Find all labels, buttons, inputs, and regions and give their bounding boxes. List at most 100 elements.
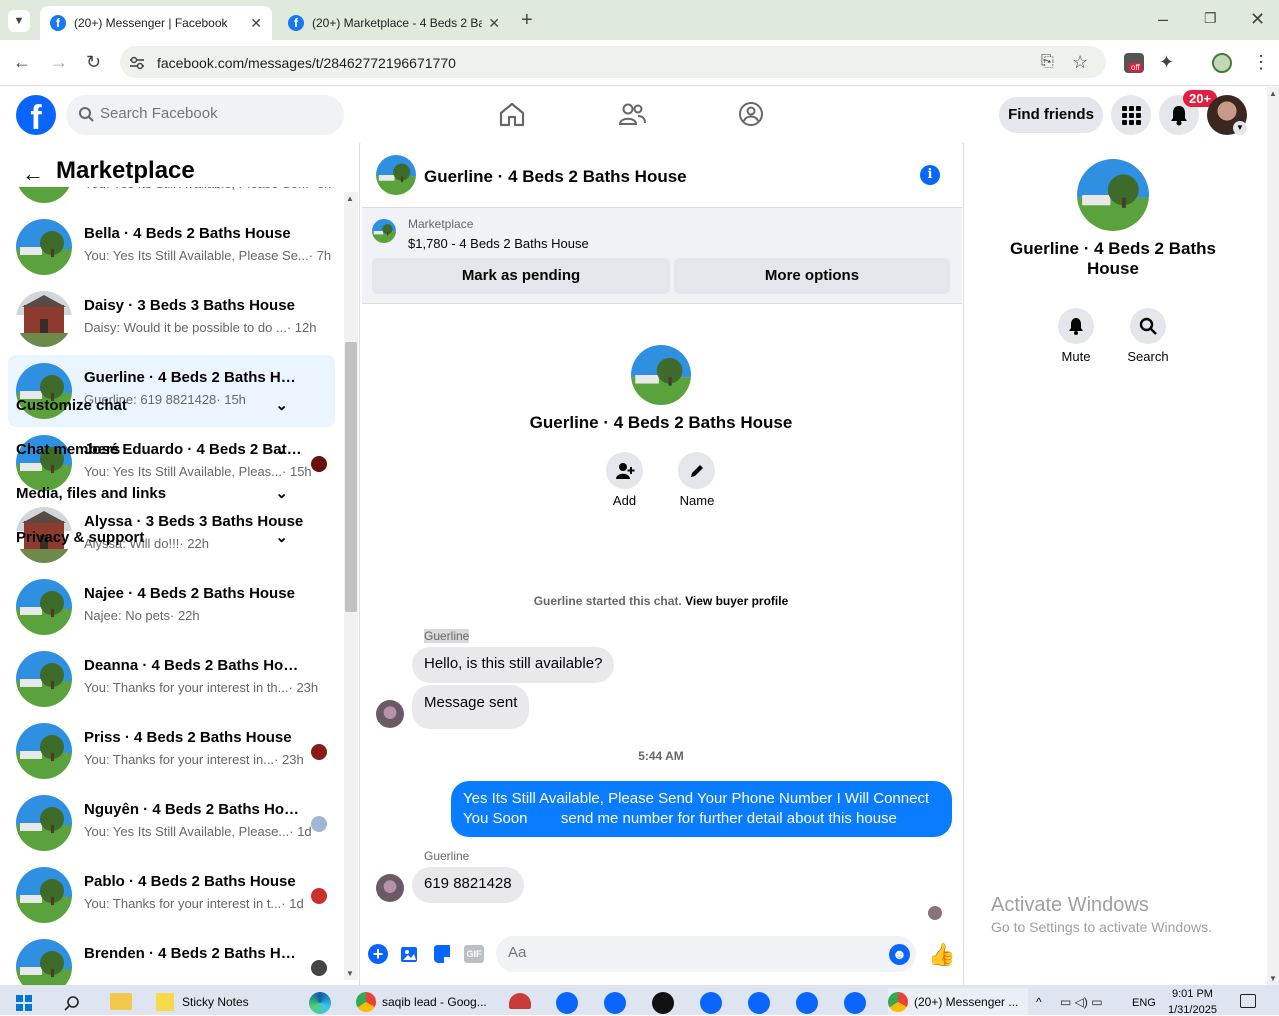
- conversation-item[interactable]: Daisy · 3 Beds 3 Baths House Daisy: Would…: [8, 283, 335, 355]
- sticky-notes-app[interactable]: Sticky Notes: [156, 988, 256, 1015]
- clock-date[interactable]: 1/31/2025: [1168, 1004, 1217, 1016]
- conversation-avatar: [16, 219, 72, 275]
- info-avatar[interactable]: [1077, 159, 1149, 231]
- extension-icon[interactable]: off: [1124, 53, 1144, 73]
- notification-center-icon[interactable]: [1240, 994, 1256, 1008]
- facebook-taskbar-icon[interactable]: [700, 992, 722, 1014]
- view-buyer-profile-link[interactable]: View buyer profile: [685, 594, 788, 608]
- tab-search-button[interactable]: ▼: [8, 10, 30, 32]
- facebook-taskbar-icon[interactable]: [844, 992, 866, 1014]
- menu-grid-button[interactable]: [1111, 95, 1151, 135]
- conversation-preview: You: Thanks for your interest in th...· …: [84, 680, 319, 695]
- list-scrollbar[interactable]: ▲ ▼: [344, 192, 358, 980]
- like-icon[interactable]: 👍: [928, 942, 955, 968]
- emoji-icon[interactable]: ☻: [889, 944, 910, 965]
- extensions-puzzle-icon[interactable]: ✦: [1159, 53, 1174, 71]
- more-actions-icon[interactable]: +: [368, 944, 388, 964]
- bell-icon: [1171, 106, 1187, 126]
- gif-icon[interactable]: GIF: [464, 945, 484, 963]
- conversation-item[interactable]: Pablo · 4 Beds 2 Baths House You: Thanks …: [8, 859, 335, 931]
- conversation-item[interactable]: Deanna · 4 Beds 2 Baths House You: Thanks…: [8, 643, 335, 715]
- search-input[interactable]: [100, 105, 330, 122]
- facebook-logo-icon[interactable]: f: [16, 95, 56, 135]
- file-explorer-icon[interactable]: [110, 993, 132, 1010]
- close-window-icon[interactable]: ✕: [1250, 10, 1265, 28]
- facebook-taskbar-icon[interactable]: [748, 992, 770, 1014]
- privacy-support-section[interactable]: Privacy & support ⌄: [16, 528, 288, 547]
- chat-members-section[interactable]: Chat members ⌄: [16, 440, 288, 459]
- customize-chat-section[interactable]: Customize chat ⌄: [16, 396, 288, 415]
- chrome-app-1[interactable]: saqib lead - Goog...: [356, 988, 496, 1015]
- browser-menu-icon[interactable]: ⋮: [1252, 53, 1270, 71]
- friends-icon[interactable]: [618, 101, 646, 127]
- edge-icon[interactable]: [309, 992, 331, 1014]
- restore-icon[interactable]: ❐: [1204, 11, 1217, 25]
- sender-avatar[interactable]: [376, 874, 404, 902]
- page-scrollbar[interactable]: ▲ ▼: [1267, 87, 1279, 985]
- more-options-button[interactable]: More options: [674, 258, 950, 294]
- conversation-item[interactable]: Brenden · 4 Beds 2 Baths Hou...: [8, 931, 335, 985]
- install-app-icon[interactable]: ⎘: [1041, 54, 1054, 70]
- add-people-button[interactable]: [606, 452, 643, 489]
- listing-thumb[interactable]: [372, 219, 396, 243]
- media-files-links-section[interactable]: Media, files and links ⌄: [16, 484, 288, 503]
- tray-chevron-icon[interactable]: ^: [1036, 995, 1042, 1009]
- my-message-bubble[interactable]: Yes Its Still Available, Please Send You…: [451, 781, 952, 837]
- mute-label: Mute: [1061, 349, 1091, 364]
- umbrella-app-icon[interactable]: [509, 993, 531, 1009]
- find-friends-button[interactable]: Find friends: [999, 97, 1103, 133]
- message-input[interactable]: [508, 944, 878, 961]
- bookmark-star-icon[interactable]: ☆: [1072, 53, 1088, 71]
- back-arrow-icon[interactable]: ←: [22, 161, 44, 187]
- windows-start-icon[interactable]: [16, 995, 32, 1011]
- language-indicator[interactable]: ENG: [1132, 997, 1156, 1009]
- profile-avatar[interactable]: [631, 345, 691, 405]
- home-icon[interactable]: [498, 101, 526, 127]
- conversation-item[interactable]: Nguyên · 4 Beds 2 Baths House You: Yes It…: [8, 787, 335, 859]
- message-bubble[interactable]: 619 8821428: [412, 867, 524, 903]
- conversation-item[interactable]: Bella · 4 Beds 2 Baths House You: Yes Its…: [8, 211, 335, 283]
- chat-header-avatar[interactable]: [376, 155, 416, 195]
- close-tab-icon[interactable]: ✕: [488, 15, 500, 32]
- conversation-item[interactable]: You: Yes Its Still Available, Please Se.…: [8, 187, 335, 211]
- facebook-taskbar-icon[interactable]: [604, 992, 626, 1014]
- clock-time[interactable]: 9:01 PM: [1172, 988, 1213, 1000]
- sticker-icon[interactable]: [432, 944, 452, 964]
- message-bubble[interactable]: Hello, is this still available?: [412, 647, 615, 683]
- new-tab-icon[interactable]: +: [521, 10, 533, 30]
- site-settings-icon[interactable]: [128, 55, 146, 71]
- tab-marketplace[interactable]: f (20+) Marketplace - 4 Beds 2 Ba ✕: [278, 6, 510, 40]
- tab-messenger[interactable]: f (20+) Messenger | Facebook ✕: [40, 6, 272, 40]
- tray-icons[interactable]: ▭ ◁) ▭: [1060, 995, 1103, 1009]
- url-text[interactable]: facebook.com/messages/t/2846277219667177…: [157, 55, 456, 71]
- facebook-taskbar-icon[interactable]: [556, 992, 578, 1014]
- chrome-app-2[interactable]: (20+) Messenger ...: [888, 988, 1028, 1015]
- minimize-icon[interactable]: –: [1158, 10, 1168, 28]
- close-tab-icon[interactable]: ✕: [250, 15, 262, 32]
- message-bubble[interactable]: Message sent: [412, 685, 530, 729]
- edit-name-button[interactable]: [678, 452, 715, 489]
- conversation-item[interactable]: Guerline · 4 Beds 2 Baths House Guerline:…: [8, 355, 335, 427]
- search-chat-button[interactable]: [1130, 308, 1166, 344]
- seen-avatar: [928, 906, 942, 920]
- chevron-down-icon: ⌄: [275, 485, 288, 502]
- conversation-item[interactable]: Najee · 4 Beds 2 Baths House Najee: No pe…: [8, 571, 335, 643]
- tiktok-icon[interactable]: [652, 992, 674, 1014]
- profile-icon[interactable]: [1212, 53, 1232, 73]
- account-chevron-icon[interactable]: ▼: [1233, 121, 1247, 135]
- search-box[interactable]: [66, 95, 344, 135]
- taskbar-search-icon[interactable]: [64, 995, 80, 1011]
- attach-photo-icon[interactable]: [400, 944, 420, 964]
- listing-title[interactable]: $1,780 - 4 Beds 2 Baths House: [408, 236, 589, 251]
- info-icon[interactable]: i: [920, 165, 940, 185]
- sender-avatar[interactable]: [376, 700, 404, 728]
- forward-icon[interactable]: →: [50, 53, 68, 71]
- groups-icon[interactable]: [738, 101, 764, 127]
- back-icon[interactable]: ←: [13, 53, 31, 71]
- chat-title[interactable]: Guerline · 4 Beds 2 Baths House: [424, 167, 687, 187]
- conversation-item[interactable]: Priss · 4 Beds 2 Baths House You: Thanks …: [8, 715, 335, 787]
- mute-button[interactable]: [1058, 308, 1094, 344]
- facebook-taskbar-icon[interactable]: [796, 992, 818, 1014]
- reload-icon[interactable]: ↻: [86, 53, 101, 71]
- mark-pending-button[interactable]: Mark as pending: [372, 258, 670, 294]
